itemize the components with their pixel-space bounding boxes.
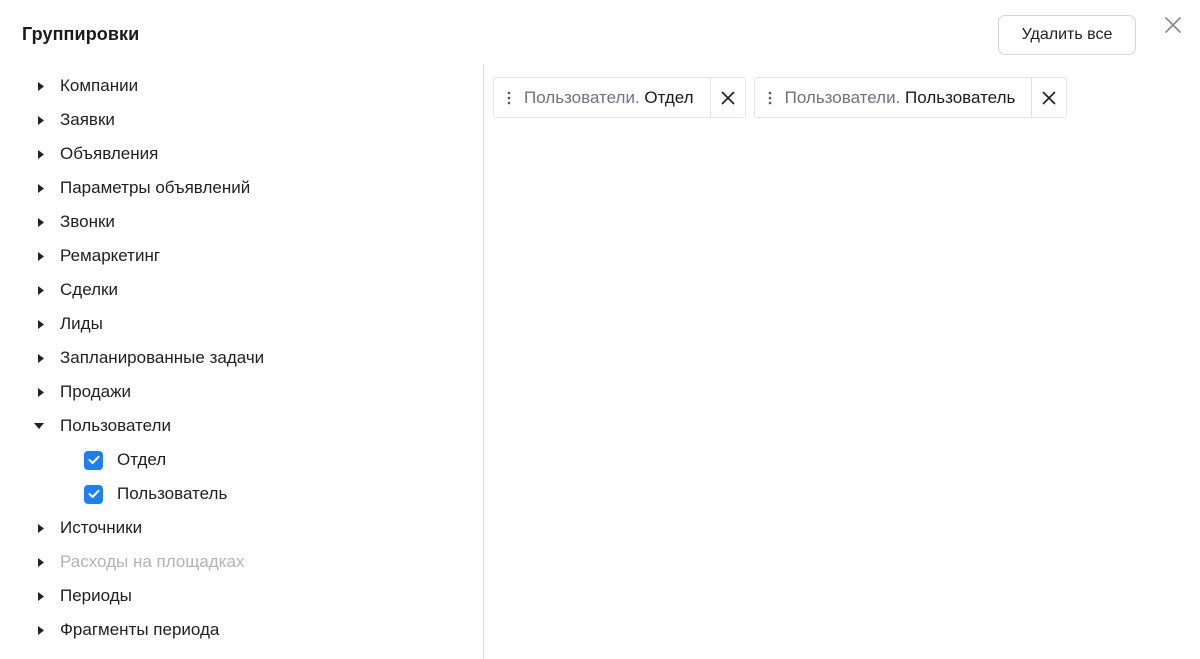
tree-item-label: Заявки: [60, 110, 115, 129]
tree-item-label: Параметры объявлений: [60, 178, 251, 197]
caret-right-icon: [0, 557, 60, 567]
tree-item-label: Продажи: [60, 382, 131, 401]
caret-right-icon: [0, 285, 60, 295]
drag-handle-icon[interactable]: [502, 91, 516, 105]
panel-title: Группировки: [22, 24, 140, 44]
tree-item-label: Источники: [60, 518, 143, 537]
close-icon[interactable]: [1163, 15, 1183, 35]
tree-item-label: Пользователи: [60, 416, 171, 435]
tree-item-label: Лиды: [60, 314, 103, 333]
chip-prefix: Пользователи.: [784, 87, 901, 107]
tree-item-label: Объявления: [60, 144, 159, 163]
chip-prefix: Пользователи.: [524, 87, 640, 107]
chip-value: Отдел: [644, 87, 694, 107]
tree-subitem-label: Пользователь: [117, 484, 228, 503]
tree-item-users[interactable]: Пользователи: [0, 409, 483, 443]
selected-groupings: Пользователи. Отдел Пользователи. Пользо…: [493, 77, 1068, 118]
caret-down-icon: [0, 423, 60, 429]
tree-item-label: Звонки: [60, 212, 115, 231]
caret-right-icon: [0, 353, 60, 363]
tree-item-remarketing[interactable]: Ремаркетинг: [0, 239, 483, 273]
caret-right-icon: [0, 149, 60, 159]
tree-item-deals[interactable]: Сделки: [0, 273, 483, 307]
caret-right-icon: [0, 591, 60, 601]
selected-chip-department[interactable]: Пользователи. Отдел: [493, 77, 746, 118]
tree-item-sales[interactable]: Продажи: [0, 375, 483, 409]
chip-drag-area[interactable]: Пользователи. Пользователь: [755, 78, 1032, 117]
grouping-tree: Компании Заявки Объявления Параметры объ…: [0, 69, 483, 647]
caret-right-icon: [0, 625, 60, 635]
tree-item-leads[interactable]: Лиды: [0, 307, 483, 341]
caret-right-icon: [0, 319, 60, 329]
caret-right-icon: [0, 387, 60, 397]
selected-chip-user[interactable]: Пользователи. Пользователь: [753, 77, 1068, 118]
caret-right-icon: [0, 115, 60, 125]
checkbox-checked[interactable]: [84, 484, 103, 504]
tree-item-calls[interactable]: Звонки: [0, 205, 483, 239]
close-icon: [1043, 91, 1056, 104]
tree-item-requests[interactable]: Заявки: [0, 103, 483, 137]
tree-item-label: Фрагменты периода: [60, 620, 220, 639]
tree-item-platform-costs: Расходы на площадках: [0, 545, 483, 579]
checkmark-icon: [88, 489, 99, 498]
tree-item-sources[interactable]: Источники: [0, 511, 483, 545]
checkbox-checked[interactable]: [84, 450, 103, 470]
chip-drag-area[interactable]: Пользователи. Отдел: [494, 78, 710, 117]
tree-item-label: Компании: [60, 76, 139, 95]
tree-subitem-department[interactable]: Отдел: [0, 443, 483, 477]
tree-item-ad-params[interactable]: Параметры объявлений: [0, 171, 483, 205]
tree-item-scheduled-tasks[interactable]: Запланированные задачи: [0, 341, 483, 375]
tree-item-label: Ремаркетинг: [60, 246, 161, 265]
caret-right-icon: [0, 81, 60, 91]
close-icon: [721, 91, 734, 104]
tree-item-companies[interactable]: Компании: [0, 69, 483, 103]
tree-subitem-user[interactable]: Пользователь: [0, 477, 483, 511]
checkmark-icon: [88, 455, 99, 464]
caret-right-icon: [0, 217, 60, 227]
remove-chip-button[interactable]: [709, 78, 745, 117]
tree-item-periods[interactable]: Периоды: [0, 579, 483, 613]
caret-right-icon: [0, 183, 60, 193]
tree-item-period-fragments[interactable]: Фрагменты периода: [0, 613, 483, 647]
tree-item-label: Расходы на площадках: [60, 552, 245, 571]
caret-right-icon: [0, 251, 60, 261]
panel-divider: [483, 64, 484, 659]
remove-chip-button[interactable]: [1031, 78, 1066, 117]
tree-subitem-label: Отдел: [117, 450, 167, 469]
tree-item-ads[interactable]: Объявления: [0, 137, 483, 171]
chip-value: Пользователь: [905, 87, 1016, 107]
caret-right-icon: [0, 523, 60, 533]
tree-item-label: Запланированные задачи: [60, 348, 265, 367]
drag-handle-icon[interactable]: [763, 91, 777, 105]
tree-item-label: Сделки: [60, 280, 118, 299]
tree-item-label: Периоды: [60, 586, 132, 605]
delete-all-button[interactable]: Удалить все: [998, 15, 1136, 55]
